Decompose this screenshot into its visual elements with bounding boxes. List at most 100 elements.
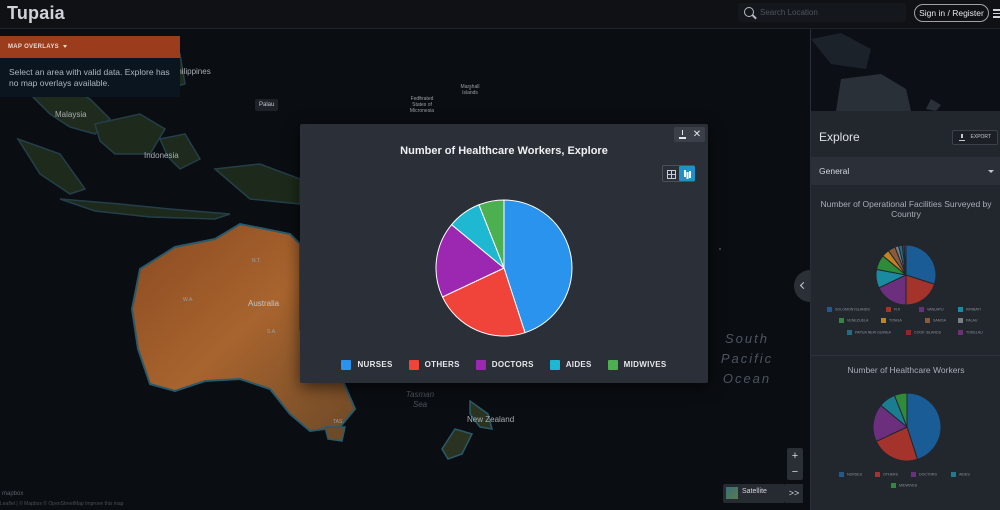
map-label-palau[interactable]: Palau: [255, 99, 279, 111]
healthcare-chart-title: Number of Healthcare Workers: [847, 365, 965, 375]
map-label-tasman-sea: Tasman Sea: [405, 390, 435, 409]
facilities-legend-item[interactable]: PALAU: [958, 318, 978, 323]
healthcare-pie-chart: [435, 199, 573, 337]
legend-label: DOCTORS: [491, 360, 534, 369]
facilities-chart-title: Number of Operational Facilities Surveye…: [820, 199, 992, 219]
facilities-legend-item[interactable]: TOKELAU: [958, 330, 983, 335]
chevron-down-icon: [62, 44, 67, 48]
zoom-controls: + −: [787, 448, 803, 480]
legend-item-midwives[interactable]: MIDWIVES: [607, 359, 667, 370]
mapbox-logo[interactable]: mapbox: [2, 491, 23, 497]
legend-label: TONGA: [889, 318, 902, 323]
expand-tiles-button[interactable]: >>: [785, 484, 803, 503]
legend-label: SAMOA: [933, 318, 946, 323]
mini-map-graphic: [811, 33, 941, 111]
healthcare-mini-legend-item[interactable]: DOCTORS: [911, 472, 937, 477]
map-overlays-title: MAP OVERLAYS: [8, 44, 59, 50]
map-overlays-message: Select an area with valid data. Explore …: [0, 58, 180, 97]
facilities-pie-chart: [875, 244, 937, 306]
facilities-legend-item[interactable]: KIRIBATI: [958, 307, 981, 312]
map-label-nt: N.T.: [252, 258, 261, 264]
explore-title: Explore: [819, 130, 860, 144]
map-label-wa: W.A.: [183, 297, 194, 303]
legend-item-others[interactable]: OTHERS: [408, 359, 460, 370]
explore-header: Explore EXPORT: [811, 125, 1000, 149]
legend-label: PAPUA NEW GUINEA: [855, 330, 891, 335]
healthcare-mini-legend-item[interactable]: NURSES: [839, 472, 862, 477]
legend-item-aides[interactable]: AIDES: [549, 359, 592, 370]
map-label-micronesia: Federated States of Micronesia: [409, 96, 435, 114]
legend-swatch: [549, 359, 560, 370]
healthcare-chart-card[interactable]: Number of Healthcare Workers NURSES OTHER…: [811, 355, 1000, 510]
zoom-in-button[interactable]: +: [787, 448, 803, 464]
top-bar: Tupaia Sign in / Register: [0, 0, 1000, 29]
search-input[interactable]: [760, 4, 900, 20]
healthcare-mini-pie-chart: [872, 392, 942, 462]
legend-label: NURSES: [847, 472, 862, 477]
legend-swatch: [891, 483, 896, 488]
legend-swatch: [827, 307, 832, 312]
healthcare-mini-legend-item[interactable]: MIDWIVES: [891, 483, 917, 488]
zoom-out-button[interactable]: −: [787, 464, 803, 480]
menu-icon[interactable]: [993, 9, 1000, 18]
map-label-indonesia: Indonesia: [144, 151, 179, 160]
legend-swatch: [475, 359, 486, 370]
chevron-down-icon: [988, 170, 994, 173]
facilities-legend-item[interactable]: SOLOMON ISLANDS: [827, 307, 870, 312]
legend-label: NURSES: [357, 360, 393, 369]
map-label-tas: TAS.: [333, 419, 344, 425]
legend-swatch: [886, 307, 891, 312]
export-button[interactable]: EXPORT: [952, 130, 998, 145]
map-overlays-panel: MAP OVERLAYS Select an area with valid d…: [0, 36, 180, 97]
map-label-south-pacific: South Pacific Ocean: [720, 331, 774, 386]
facilities-legend-item[interactable]: SAMOA: [925, 318, 946, 323]
legend-item-doctors[interactable]: DOCTORS: [475, 359, 534, 370]
mini-map[interactable]: [811, 29, 1000, 111]
legend-swatch: [958, 307, 963, 312]
legend-label: MIDWIVES: [899, 483, 918, 488]
legend-swatch: [408, 359, 419, 370]
map-label-australia: Australia: [248, 299, 280, 308]
legend-swatch: [875, 472, 880, 477]
legend-swatch: [951, 472, 956, 477]
facilities-legend-item[interactable]: COOK ISLANDS: [906, 330, 941, 335]
legend-label: VENEZUELA: [847, 318, 869, 323]
satellite-label: Satellite: [742, 488, 767, 495]
general-section-toggle[interactable]: General: [811, 157, 1000, 185]
healthcare-mini-legend-item[interactable]: OTHERS: [875, 472, 898, 477]
sign-in-button[interactable]: Sign in / Register: [914, 4, 989, 22]
legend-label: COOK ISLANDS: [914, 330, 941, 335]
facilities-legend-item[interactable]: TONGA: [881, 318, 902, 323]
map-overlays-toggle[interactable]: MAP OVERLAYS: [0, 36, 180, 58]
search-icon: [744, 7, 754, 17]
satellite-toggle[interactable]: Satellite: [723, 484, 785, 503]
download-icon: [959, 134, 965, 141]
legend-label: SOLOMON ISLANDS: [835, 307, 870, 312]
legend-swatch: [341, 359, 352, 370]
map-label-marshall: Marshall Islands: [460, 84, 480, 96]
legend-label: AIDES: [959, 472, 970, 477]
facilities-legend-item[interactable]: VANUATU: [919, 307, 944, 312]
legend-label: TOKELAU: [966, 330, 983, 335]
legend-swatch: [919, 307, 924, 312]
legend-swatch: [839, 318, 844, 323]
legend-swatch: [839, 472, 844, 477]
tupaia-logo[interactable]: Tupaia: [7, 3, 65, 24]
facilities-legend-item[interactable]: PAPUA NEW GUINEA: [847, 330, 891, 335]
legend-swatch: [847, 330, 852, 335]
legend-swatch: [881, 318, 886, 323]
legend-swatch: [958, 330, 963, 335]
facilities-chart-card[interactable]: Number of Operational Facilities Surveye…: [811, 191, 1000, 351]
legend-label: KIRIBATI: [966, 307, 981, 312]
search-box[interactable]: [738, 3, 906, 22]
legend-swatch: [607, 359, 618, 370]
explore-panel: Explore EXPORT General Number of Operati…: [810, 29, 1000, 510]
legend-item-nurses[interactable]: NURSES: [341, 359, 393, 370]
facilities-legend-item[interactable]: FIJI: [886, 307, 900, 312]
legend-label: AIDES: [565, 360, 592, 369]
healthcare-mini-legend-item[interactable]: AIDES: [951, 472, 970, 477]
facilities-legend-item[interactable]: VENEZUELA: [839, 318, 868, 323]
map-attribution[interactable]: Leaflet | © Mapbox © OpenStreetMap Impro…: [0, 501, 123, 507]
legend-label: PALAU: [966, 318, 978, 323]
map-label-malaysia: Malaysia: [55, 110, 87, 119]
